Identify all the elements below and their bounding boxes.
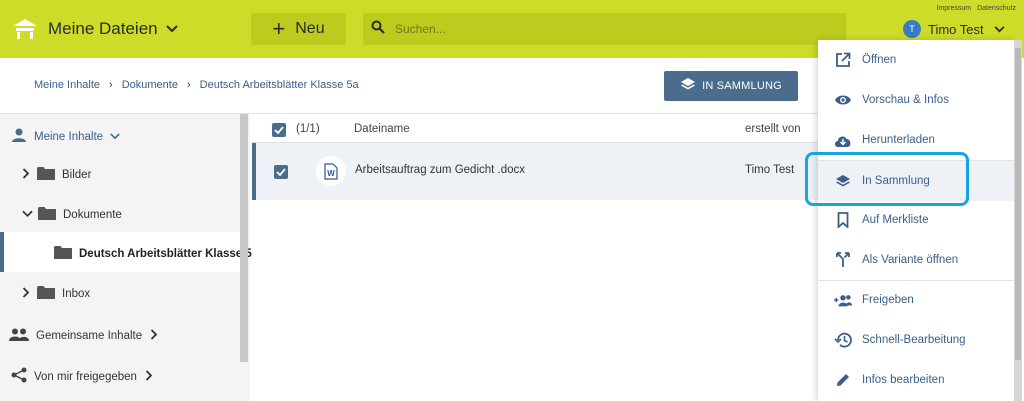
bookmark-icon — [834, 211, 852, 229]
select-all-checkbox[interactable] — [272, 123, 286, 137]
sidebar-item-deutsch-arbeitsblaetter[interactable]: Deutsch Arbeitsblätter Klasse 5 — [54, 245, 252, 262]
person-icon — [11, 128, 27, 145]
menu-item-label: Auf Merkliste — [862, 214, 929, 226]
sidebar-item-label: Bilder — [62, 168, 92, 181]
menu-item-add-to-collection[interactable]: In Sammlung — [818, 161, 1014, 201]
table-row[interactable]: W Arbeitsauftrag zum Gedicht .docx Timo … — [252, 143, 818, 200]
row-checkbox[interactable] — [274, 165, 288, 179]
chevron-right-icon — [145, 369, 153, 384]
add-to-collection-button[interactable]: IN SAMMLUNG — [664, 71, 798, 101]
sidebar-item-bilder[interactable]: Bilder — [22, 166, 91, 183]
chevron-down-icon — [22, 209, 33, 221]
column-header-creator[interactable]: erstellt von — [745, 123, 801, 135]
legal-links: Impressum Datenschutz — [933, 5, 1017, 12]
menu-item-share[interactable]: Freigeben — [818, 280, 1014, 320]
menu-item-preview[interactable]: Vorschau & Infos — [818, 80, 1014, 120]
list-header: (1/1) Dateiname erstellt von — [252, 116, 818, 143]
search-input[interactable] — [395, 22, 835, 36]
list-empty-area — [252, 200, 818, 401]
breadcrumb: Meine Inhalte › Dokumente › Deutsch Arbe… — [34, 79, 359, 91]
group-icon — [9, 328, 29, 344]
home-icon — [12, 18, 38, 40]
menu-item-label: Infos bearbeiten — [862, 374, 945, 386]
chevron-down-icon — [110, 131, 120, 143]
chevron-down-icon — [994, 20, 1005, 38]
fork-icon — [834, 251, 852, 269]
avatar: T — [903, 20, 921, 38]
file-name[interactable]: Arbeitsauftrag zum Gedicht .docx — [355, 164, 525, 176]
share-icon — [11, 367, 27, 386]
sidebar-item-label: Von mir freigegeben — [34, 370, 137, 383]
sidebar-item-label: Meine Inhalte — [34, 130, 104, 143]
svg-text:W: W — [327, 169, 335, 178]
sidebar-item-label: Deutsch Arbeitsblätter Klasse 5 — [79, 247, 252, 260]
share-people-icon — [834, 291, 852, 309]
open-external-icon — [834, 51, 852, 69]
chevron-down-icon — [165, 25, 178, 33]
search-box — [363, 13, 846, 45]
sidebar-item-my-content[interactable]: Meine Inhalte — [11, 128, 120, 145]
history-icon — [834, 331, 852, 349]
user-menu[interactable]: T Timo Test — [903, 20, 1005, 38]
menu-item-label: Als Variante öffnen — [862, 254, 959, 266]
menu-item-edit-info[interactable]: Infos bearbeiten — [818, 360, 1014, 400]
chevron-right-icon: › — [186, 79, 191, 91]
menu-item-label: Vorschau & Infos — [862, 94, 949, 106]
menu-item-quick-edit[interactable]: Schnell-Bearbeitung — [818, 320, 1014, 360]
context-menu: Öffnen Vorschau & Infos Herunterladen In… — [818, 40, 1014, 401]
new-button-label: Neu — [295, 20, 325, 37]
sidebar-item-dokumente[interactable]: Dokumente — [22, 206, 122, 223]
menu-item-open-as-variant[interactable]: Als Variante öffnen — [818, 240, 1014, 280]
new-button[interactable]: + Neu — [251, 13, 346, 45]
chevron-right-icon: › — [109, 79, 113, 91]
menu-item-open[interactable]: Öffnen — [818, 40, 1014, 80]
menu-item-download[interactable]: Herunterladen — [818, 120, 1014, 160]
pencil-icon — [834, 371, 852, 389]
breadcrumb-item[interactable]: Dokumente — [122, 79, 178, 91]
folder-icon — [54, 245, 72, 262]
column-header-filename[interactable]: Dateiname — [354, 123, 410, 135]
sidebar-item-label: Gemeinsame Inhalte — [36, 330, 143, 342]
sidebar-item-shared-content[interactable]: Gemeinsame Inhalte — [9, 328, 158, 344]
impressum-link[interactable]: Impressum — [937, 5, 972, 12]
add-to-collection-label: IN SAMMLUNG — [702, 80, 782, 92]
sidebar-item-label: Inbox — [62, 287, 91, 300]
menu-scrollbar[interactable] — [1014, 40, 1022, 401]
sidebar-scrollbar[interactable] — [240, 114, 248, 362]
menu-item-label: Herunterladen — [862, 134, 935, 146]
chevron-right-icon — [150, 329, 158, 343]
folder-icon — [37, 166, 55, 183]
menu-item-bookmark[interactable]: Auf Merkliste — [818, 200, 1014, 240]
selection-count: (1/1) — [296, 123, 320, 135]
breadcrumb-item[interactable]: Deutsch Arbeitsblätter Klasse 5a — [200, 79, 359, 91]
eye-icon — [834, 91, 852, 109]
search-icon — [371, 20, 385, 39]
folder-icon — [38, 206, 56, 223]
menu-item-label: Öffnen — [862, 54, 897, 66]
layers-icon — [834, 172, 852, 190]
menu-item-label: In Sammlung — [862, 175, 930, 187]
app-switcher[interactable]: Meine Dateien — [12, 14, 178, 44]
menu-scrollbar-thumb[interactable] — [1015, 48, 1021, 360]
sidebar-item-inbox[interactable]: Inbox — [22, 285, 90, 302]
sidebar-item-shared-by-me[interactable]: Von mir freigegeben — [11, 367, 153, 386]
file-creator: Timo Test — [745, 164, 795, 176]
plus-icon: + — [272, 16, 286, 41]
sidebar: Meine Inhalte Bilder Dokumente Deutsch A… — [0, 114, 252, 401]
chevron-right-icon — [22, 167, 30, 182]
menu-item-label: Freigeben — [862, 294, 914, 306]
sidebar-item-label: Dokumente — [63, 208, 122, 221]
cloud-download-icon — [834, 131, 852, 149]
breadcrumb-item[interactable]: Meine Inhalte — [34, 79, 100, 91]
datenschutz-link[interactable]: Datenschutz — [977, 5, 1016, 12]
folder-icon — [37, 285, 55, 302]
breadcrumb-bar: Meine Inhalte › Dokumente › Deutsch Arbe… — [0, 58, 818, 114]
layers-icon — [680, 77, 696, 96]
user-name: Timo Test — [928, 21, 984, 37]
chevron-right-icon — [22, 286, 30, 301]
word-document-icon: W — [316, 156, 346, 186]
app-title: Meine Dateien — [48, 19, 158, 38]
menu-item-label: Schnell-Bearbeitung — [862, 334, 966, 346]
